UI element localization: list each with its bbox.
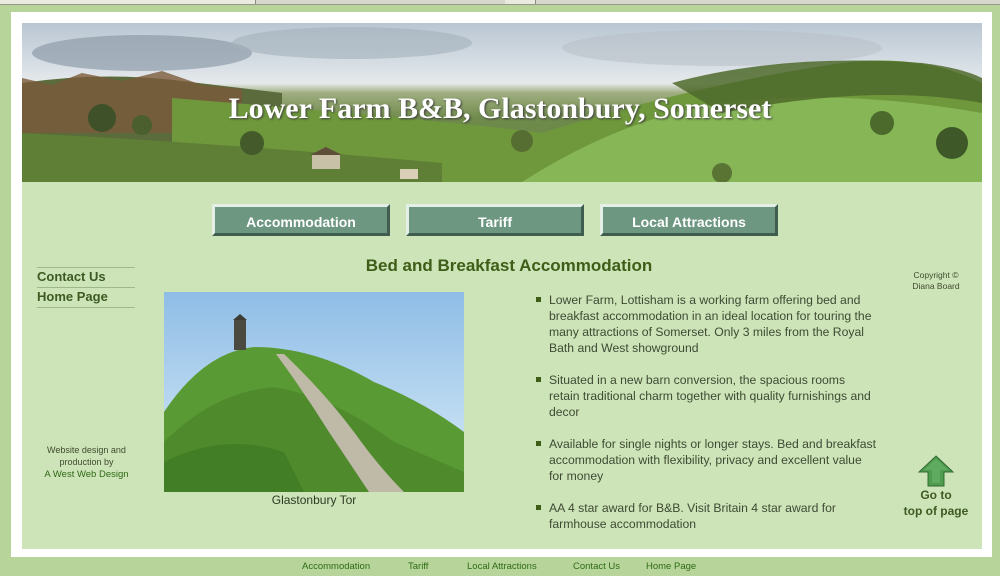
sidebar-nav: Contact Us Home Page	[37, 267, 135, 308]
credit-line-1: Website design and	[47, 445, 126, 455]
feature-text: Situated in a new barn conversion, the s…	[549, 373, 871, 419]
footer-nav: Accommodation Tariff Local Attractions C…	[0, 561, 1000, 576]
list-item: Lower Farm, Lottisham is a working farm …	[536, 292, 876, 356]
feature-text: AA 4 star award for B&B. Visit Britain 4…	[549, 501, 836, 531]
tor-illustration	[164, 292, 464, 492]
copyright-notice: Copyright © Diana Board	[896, 270, 976, 292]
top-link-line-1: Go to	[920, 488, 952, 502]
site-title: Lower Farm B&B, Glastonbury, Somerset	[228, 92, 772, 125]
nav-accommodation-button[interactable]: Accommodation	[212, 204, 390, 236]
feature-text: Lower Farm, Lottisham is a working farm …	[549, 293, 872, 355]
list-item: Available for single nights or longer st…	[536, 436, 876, 484]
sidebar-link-contact-us[interactable]: Contact Us	[37, 267, 135, 287]
copyright-line-1: Copyright ©	[913, 270, 959, 280]
list-item: Situated in a new barn conversion, the s…	[536, 372, 876, 420]
square-bullet-icon	[536, 505, 541, 510]
footer-link-contact-us[interactable]: Contact Us	[573, 561, 620, 572]
sidebar-link-home-page[interactable]: Home Page	[37, 287, 135, 308]
feature-list: Lower Farm, Lottisham is a working farm …	[536, 292, 876, 548]
nav-tariff-button[interactable]: Tariff	[406, 204, 584, 236]
square-bullet-icon	[536, 441, 541, 446]
credit-line-2: production by	[59, 457, 114, 467]
square-bullet-icon	[536, 377, 541, 382]
feature-text: Available for single nights or longer st…	[549, 437, 876, 483]
footer-link-local-attractions[interactable]: Local Attractions	[467, 561, 537, 572]
top-link-line-2: top of page	[903, 504, 969, 518]
designer-link[interactable]: A West Web Design	[44, 469, 128, 480]
page-heading: Bed and Breakfast Accommodation	[365, 256, 653, 275]
square-bullet-icon	[536, 297, 541, 302]
browser-chrome-strip	[0, 0, 1000, 5]
browser-tab-segment	[0, 0, 256, 4]
footer-link-home-page[interactable]: Home Page	[646, 561, 696, 572]
list-item: AA 4 star award for B&B. Visit Britain 4…	[536, 500, 876, 532]
nav-local-attractions-button[interactable]: Local Attractions	[600, 204, 778, 236]
browser-tab-segment	[505, 0, 536, 4]
copyright-line-2: Diana Board	[912, 281, 960, 291]
footer-link-accommodation[interactable]: Accommodation	[302, 561, 370, 572]
photo-caption: Glastonbury Tor	[271, 493, 357, 507]
glastonbury-tor-photo	[164, 292, 464, 492]
go-to-top-link[interactable]: Go to top of page	[895, 487, 977, 519]
design-credit: Website design and production by A West …	[34, 444, 139, 481]
footer-link-tariff[interactable]: Tariff	[408, 561, 428, 572]
